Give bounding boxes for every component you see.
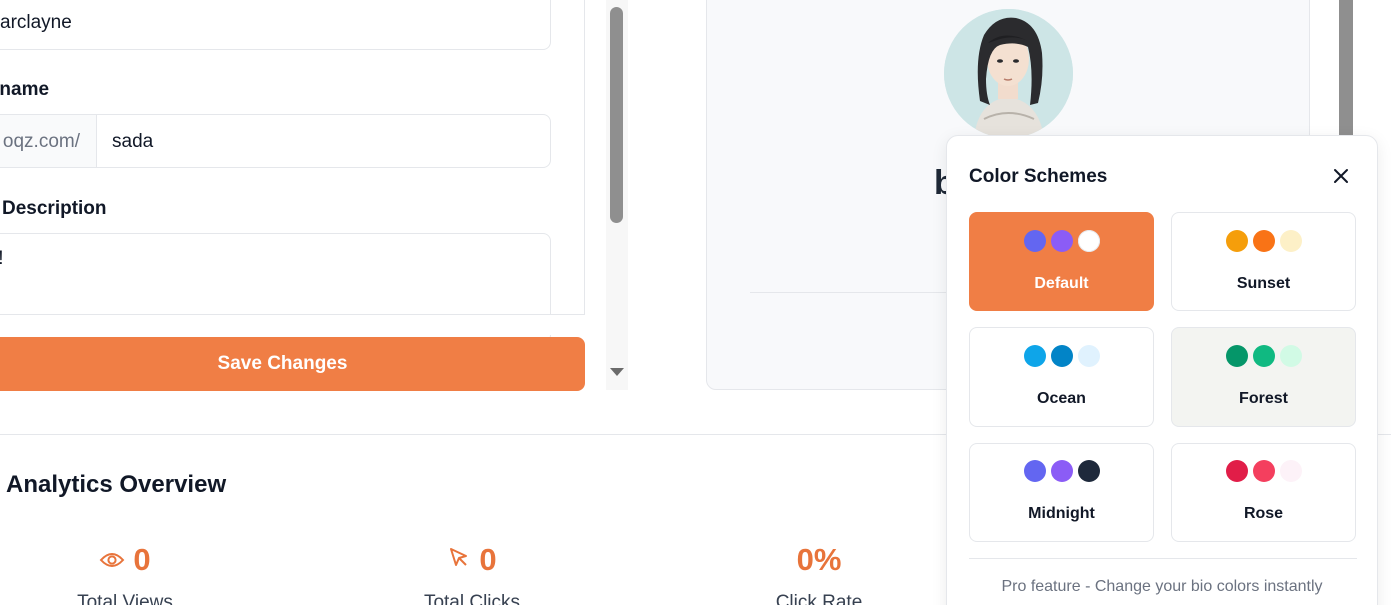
scheme-name: Ocean — [1037, 390, 1086, 407]
swatch — [1279, 345, 1302, 367]
stat-label: Total Clicks — [423, 592, 521, 605]
swatch — [1279, 460, 1302, 482]
color-schemes-title: Color Schemes — [969, 166, 1108, 187]
username-prefix-text: oqz.com/ — [2, 131, 80, 152]
swatch — [1023, 460, 1046, 482]
description-label: Description — [2, 198, 107, 219]
stat-value: 0 — [479, 542, 497, 577]
scheme-name: Midnight — [1028, 505, 1095, 522]
stat-click-rate: 0% Click Rate — [719, 540, 919, 605]
swatch — [1225, 460, 1248, 482]
swatches — [970, 230, 1153, 252]
stat-value: 0% — [796, 542, 842, 577]
swatch — [1077, 230, 1100, 252]
scheme-name: Forest — [1239, 390, 1288, 407]
avatar — [944, 9, 1073, 138]
username-input-group[interactable]: oqz.com/ sada — [0, 114, 551, 168]
swatch — [1023, 345, 1046, 367]
close-icon[interactable] — [1329, 164, 1353, 188]
scheme-footer-divider — [969, 558, 1357, 559]
scheme-footer-note: Pro feature - Change your bio colors ins… — [1001, 578, 1323, 595]
color-scheme-sunset[interactable]: Sunset — [1171, 212, 1356, 311]
scheme-name: Rose — [1243, 505, 1284, 522]
stat-label: Click Rate — [775, 592, 863, 605]
color-scheme-midnight[interactable]: Midnight — [969, 443, 1154, 542]
swatch — [1050, 230, 1073, 252]
cursor-click-icon — [447, 542, 471, 578]
username-label: rname — [0, 79, 50, 100]
color-scheme-ocean[interactable]: Ocean — [969, 327, 1154, 427]
username-input-value: sada — [112, 131, 154, 152]
color-scheme-forest[interactable]: Forest — [1171, 327, 1356, 427]
stat-label: Total Views — [77, 592, 173, 605]
swatch — [1279, 230, 1302, 252]
swatch — [1077, 460, 1100, 482]
stat-value: 0 — [133, 542, 151, 577]
swatch — [1225, 345, 1248, 367]
preview-divider — [750, 292, 950, 293]
name-input-value: arclayne — [0, 12, 72, 33]
stat-total-views: 0 Total Views — [25, 540, 225, 605]
username-prefix: oqz.com/ — [0, 115, 97, 167]
swatches — [1172, 345, 1355, 367]
swatches — [1172, 460, 1355, 482]
editor-scrollbar[interactable] — [606, 0, 628, 390]
swatch — [1252, 345, 1275, 367]
swatch — [1050, 460, 1073, 482]
swatches — [1172, 230, 1355, 252]
color-schemes-panel: Color Schemes Default Sunset Ocean Fores… — [946, 135, 1378, 605]
scheme-name: Sunset — [1236, 275, 1291, 292]
swatches — [970, 345, 1153, 367]
swatch — [1225, 230, 1248, 252]
swatch — [1050, 345, 1073, 367]
eye-icon — [99, 542, 125, 578]
scheme-name: Default — [1034, 275, 1089, 292]
name-input[interactable] — [0, 0, 551, 50]
scroll-down-arrow-icon[interactable] — [610, 368, 624, 376]
editor-scrollbar-thumb[interactable] — [610, 7, 623, 223]
save-changes-button[interactable]: Save Changes — [0, 337, 585, 391]
swatch — [1077, 345, 1100, 367]
scroll-area-mask — [0, 315, 585, 335]
preview-scrollbar-thumb[interactable] — [1339, 0, 1353, 140]
color-scheme-rose[interactable]: Rose — [1171, 443, 1356, 542]
stat-total-clicks: 0 Total Clicks — [372, 540, 572, 605]
analytics-title: Analytics Overview — [6, 471, 227, 498]
swatch — [1023, 230, 1046, 252]
swatches — [970, 460, 1153, 482]
avatar-illustration — [944, 9, 1073, 138]
description-textarea-value: i! — [0, 248, 4, 270]
swatch — [1252, 460, 1275, 482]
color-scheme-default[interactable]: Default — [969, 212, 1154, 311]
swatch — [1252, 230, 1275, 252]
